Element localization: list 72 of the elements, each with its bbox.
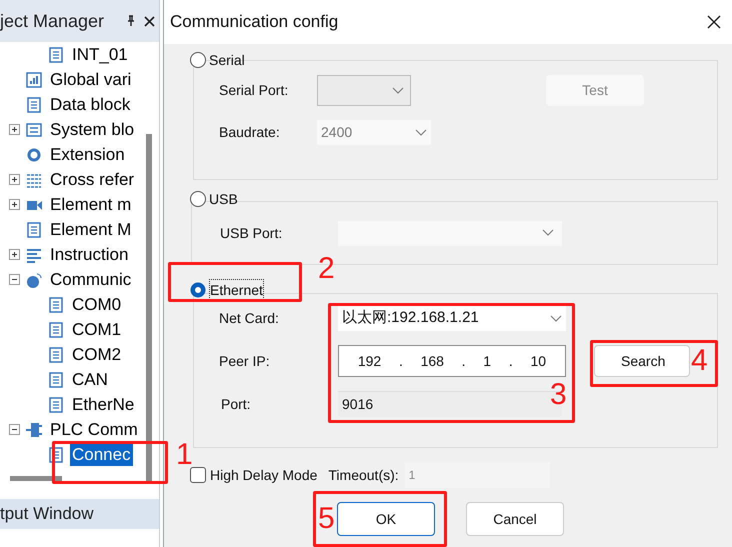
baudrate-dropdown[interactable]: 2400 xyxy=(317,120,431,145)
chevron-down-icon xyxy=(550,314,562,322)
tree-item[interactable]: COM2 xyxy=(70,344,124,366)
gear-icon xyxy=(25,146,43,164)
horizontal-scrollbar[interactable] xyxy=(10,476,62,481)
expand-icon[interactable] xyxy=(9,174,20,185)
tree-item[interactable]: Data block xyxy=(48,94,132,116)
window-title: Communication config xyxy=(170,11,338,34)
radio-button[interactable] xyxy=(190,52,206,68)
document-icon xyxy=(25,220,43,238)
document-icon xyxy=(47,296,65,314)
tree-item[interactable]: Cross refer xyxy=(48,168,136,190)
panel-icon xyxy=(25,120,43,138)
field-label: Serial Port: xyxy=(219,81,290,100)
satellite-dish-icon xyxy=(25,270,43,288)
field-label: USB Port: xyxy=(220,224,284,242)
field-label: Net Card: xyxy=(219,309,280,328)
tree-item[interactable]: PLC Comm xyxy=(48,418,140,440)
close-icon[interactable] xyxy=(144,16,155,26)
expand-icon[interactable] xyxy=(9,124,20,135)
tree-item[interactable]: Communic xyxy=(48,268,134,290)
chevron-down-icon xyxy=(415,128,427,136)
peer-ip-field[interactable]: 192 . 168 . 1 . 10 xyxy=(338,345,566,377)
document-icon xyxy=(47,46,65,64)
document-icon xyxy=(47,346,65,364)
tree-item[interactable]: Global vari xyxy=(48,68,134,90)
step-number: 4 xyxy=(691,344,708,378)
radio-label: Serial xyxy=(209,50,245,70)
close-icon[interactable] xyxy=(706,14,722,30)
document-icon xyxy=(47,446,65,464)
checkbox[interactable] xyxy=(190,467,206,483)
step-number: 5 xyxy=(318,502,335,536)
expand-icon[interactable] xyxy=(9,199,20,210)
radio-button[interactable] xyxy=(190,282,206,298)
net-card-dropdown[interactable]: 以太网:192.168.1.21 xyxy=(338,306,566,331)
expand-icon[interactable] xyxy=(9,249,20,260)
document-icon xyxy=(47,320,65,338)
radio-label: USB xyxy=(209,190,238,208)
chart-icon xyxy=(25,70,43,88)
step-number: 1 xyxy=(176,438,193,472)
vertical-scrollbar[interactable] xyxy=(146,134,152,484)
collapse-icon[interactable] xyxy=(9,274,20,285)
tree-item[interactable]: EtherNe xyxy=(70,394,136,416)
ok-button[interactable]: OK xyxy=(337,502,435,536)
tree-item[interactable]: System blo xyxy=(48,118,136,140)
tree-item[interactable]: COM1 xyxy=(70,318,124,340)
document-icon xyxy=(47,370,65,388)
field-label: Port: xyxy=(220,394,252,414)
tree-item[interactable]: Extension xyxy=(48,144,127,166)
tree-item[interactable]: Instruction xyxy=(48,244,130,266)
document-icon xyxy=(47,396,65,414)
cancel-button[interactable]: Cancel xyxy=(466,502,564,536)
chevron-down-icon xyxy=(392,86,404,94)
collapse-icon[interactable] xyxy=(9,424,20,435)
field-label: Timeout(s): xyxy=(328,466,399,485)
step-number: 2 xyxy=(318,252,335,286)
document-icon xyxy=(25,96,43,114)
field-label: Peer IP: xyxy=(219,352,271,370)
tree-item[interactable]: Connec xyxy=(70,444,133,466)
tree-item[interactable]: COM0 xyxy=(70,294,124,316)
field-label: Baudrate: xyxy=(219,123,281,142)
checkbox-label: High Delay Mode xyxy=(210,466,318,485)
tree-item[interactable]: Element m xyxy=(48,194,134,216)
tree-item[interactable]: INT_01 xyxy=(70,44,130,66)
tree-item[interactable]: CAN xyxy=(70,368,110,390)
chevron-down-icon xyxy=(542,229,554,237)
search-button[interactable]: Search xyxy=(594,345,690,377)
tab-label: tput Window xyxy=(0,503,94,526)
radio-button[interactable] xyxy=(190,191,206,207)
plug-icon xyxy=(25,420,43,438)
tree-item[interactable]: Element M xyxy=(48,218,134,240)
pin-icon[interactable] xyxy=(126,15,136,27)
